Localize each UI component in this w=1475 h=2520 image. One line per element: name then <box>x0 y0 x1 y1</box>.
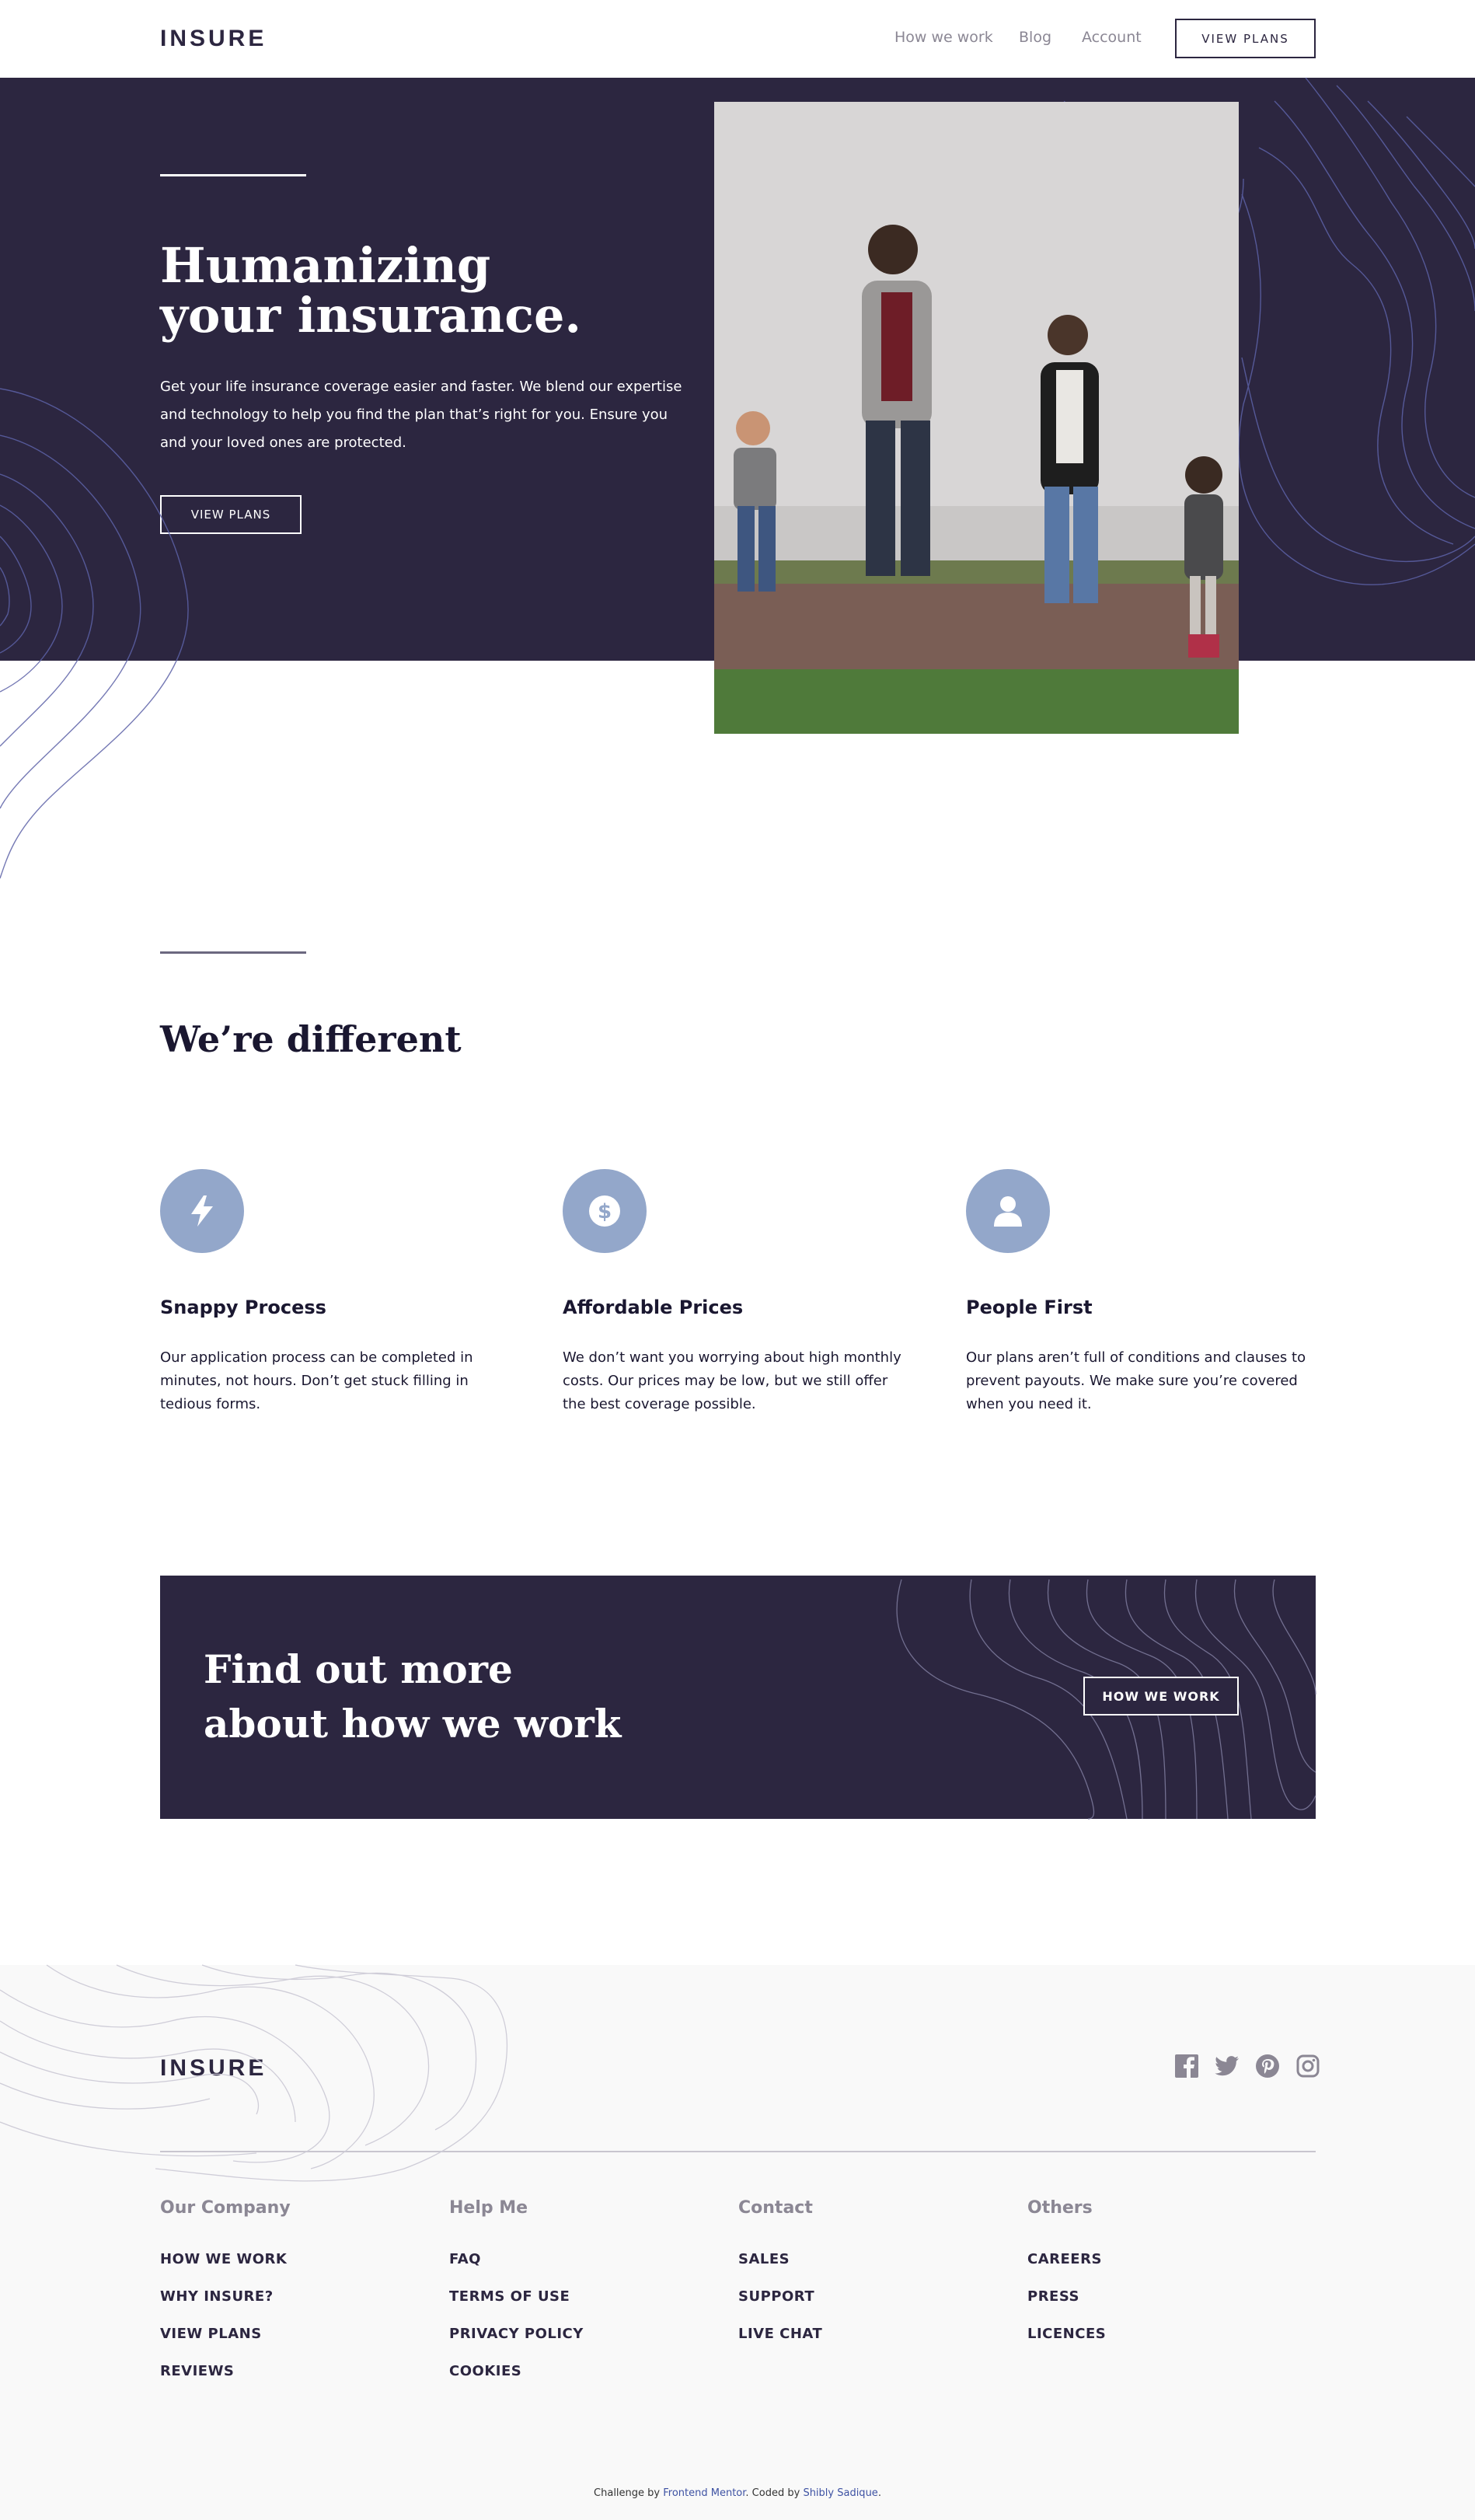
footer-column-help-me: Help Me FAQ TERMS OF USE PRIVACY POLICY … <box>449 2198 713 2390</box>
footer-link-privacy[interactable]: PRIVACY POLICY <box>449 2316 713 2353</box>
lightning-icon <box>160 1169 244 1253</box>
footer-link-list: HOW WE WORK WHY INSURE? VIEW PLANS REVIE… <box>160 2241 424 2390</box>
footer-link-reviews[interactable]: REVIEWS <box>160 2353 424 2390</box>
footer-column-title: Contact <box>738 2198 813 2218</box>
hero-title-line1: Humanizing <box>160 237 491 294</box>
site-footer: INSURE Our Company HOW WE WORK WHY INSUR… <box>0 1965 1475 2520</box>
svg-text:$: $ <box>598 1200 612 1223</box>
nav-blog[interactable]: Blog <box>1019 29 1051 46</box>
section-title: We’re different <box>160 1018 462 1060</box>
footer-divider <box>160 2151 1316 2152</box>
attribution-suffix: . <box>877 2487 881 2499</box>
footer-column-title: Help Me <box>449 2198 528 2218</box>
hero-accent-line <box>160 174 306 176</box>
footer-link-list: CAREERS PRESS LICENCES <box>1027 2241 1292 2353</box>
pinterest-icon[interactable] <box>1255 2054 1280 2078</box>
cta-banner: Find out more about how we work HOW WE W… <box>160 1576 1316 1819</box>
footer-link-how-we-work[interactable]: HOW WE WORK <box>160 2241 424 2278</box>
hero-view-plans-button[interactable]: VIEW PLANS <box>160 495 302 534</box>
feature-title: Affordable Prices <box>563 1297 744 1318</box>
attribution: Challenge by Frontend Mentor. Coded by S… <box>0 2487 1475 2499</box>
attribution-middle: . Coded by <box>745 2487 804 2499</box>
twitter-icon[interactable] <box>1215 2054 1240 2078</box>
footer-link-press[interactable]: PRESS <box>1027 2278 1292 2316</box>
author-link[interactable]: Shibly Sadique <box>803 2487 877 2499</box>
footer-link-support[interactable]: SUPPORT <box>738 2278 1003 2316</box>
feature-text: We don’t want you worrying about high mo… <box>563 1349 901 1412</box>
attribution-prefix: Challenge by <box>594 2487 664 2499</box>
hero-family-photo <box>714 102 1239 734</box>
how-we-work-button[interactable]: HOW WE WORK <box>1083 1677 1239 1715</box>
feature-affordable-prices: $ Affordable Prices We don’t want you wo… <box>563 1169 905 1416</box>
footer-link-terms[interactable]: TERMS OF USE <box>449 2278 713 2316</box>
footer-logo[interactable]: INSURE <box>160 2055 267 2082</box>
footer-link-cookies[interactable]: COOKIES <box>449 2353 713 2390</box>
feature-title: People First <box>966 1297 1093 1318</box>
feature-text: Our application process can be completed… <box>160 1349 473 1412</box>
dollar-icon: $ <box>563 1169 647 1253</box>
feature-title: Snappy Process <box>160 1297 326 1318</box>
cta-title-line1: Find out more <box>204 1646 513 1692</box>
feature-text: Our plans aren’t full of conditions and … <box>966 1349 1306 1412</box>
hero-title: Humanizing your insurance. <box>160 241 581 340</box>
section-accent-line <box>160 951 306 954</box>
footer-link-why-insure[interactable]: WHY INSURE? <box>160 2278 424 2316</box>
facebook-icon[interactable] <box>1174 2054 1199 2078</box>
social-links <box>1174 2054 1320 2078</box>
hero-description: Get your life insurance coverage easier … <box>160 379 682 451</box>
header-view-plans-button[interactable]: VIEW PLANS <box>1175 19 1316 58</box>
footer-link-list: FAQ TERMS OF USE PRIVACY POLICY COOKIES <box>449 2241 713 2390</box>
footer-column-contact: Contact SALES SUPPORT LIVE CHAT <box>738 2198 1003 2353</box>
nav-account[interactable]: Account <box>1082 29 1142 46</box>
cta-title: Find out more about how we work <box>204 1642 621 1751</box>
footer-link-list: SALES SUPPORT LIVE CHAT <box>738 2241 1003 2353</box>
cta-title-line2: about how we work <box>204 1701 622 1747</box>
footer-column-others: Others CAREERS PRESS LICENCES <box>1027 2198 1292 2353</box>
feature-people-first: People First Our plans aren’t full of co… <box>966 1169 1308 1416</box>
footer-link-live-chat[interactable]: LIVE CHAT <box>738 2316 1003 2353</box>
footer-link-view-plans[interactable]: VIEW PLANS <box>160 2316 424 2353</box>
logo[interactable]: INSURE <box>160 26 267 52</box>
hero-title-line2: your insurance. <box>160 287 582 344</box>
family-illustration <box>714 102 1239 734</box>
footer-column-our-company: Our Company HOW WE WORK WHY INSURE? VIEW… <box>160 2198 424 2390</box>
footer-link-licences[interactable]: LICENCES <box>1027 2316 1292 2353</box>
instagram-icon[interactable] <box>1295 2054 1320 2078</box>
feature-snappy-process: Snappy Process Our application process c… <box>160 1169 502 1416</box>
person-icon <box>966 1169 1050 1253</box>
footer-link-careers[interactable]: CAREERS <box>1027 2241 1292 2278</box>
nav-how-we-work[interactable]: How we work <box>894 29 993 46</box>
footer-column-title: Our Company <box>160 2198 291 2218</box>
footer-link-sales[interactable]: SALES <box>738 2241 1003 2278</box>
footer-column-title: Others <box>1027 2198 1093 2218</box>
footer-link-faq[interactable]: FAQ <box>449 2241 713 2278</box>
site-header: INSURE How we work Blog Account VIEW PLA… <box>0 0 1475 78</box>
frontend-mentor-link[interactable]: Frontend Mentor <box>663 2487 745 2499</box>
